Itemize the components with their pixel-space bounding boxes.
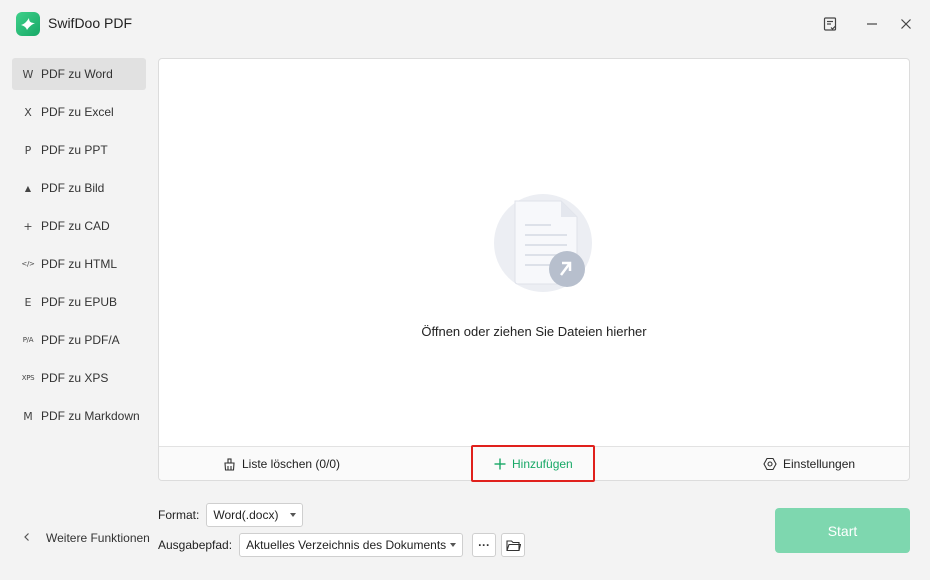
gear-icon [763,457,777,471]
settings-button[interactable]: Einstellungen [763,447,855,481]
file-drop-zone[interactable]: Öffnen oder ziehen Sie Dateien hierher [159,59,909,446]
sidebar-item-label: PDF zu Markdown [41,409,140,423]
title-bar: SwifDoo PDF [0,0,930,48]
panel-footer: Liste löschen (0/0) Hinzufügen Einstellu… [159,445,909,482]
app-title: SwifDoo PDF [48,15,133,31]
sidebar-item-pdf-to-xps[interactable]: XPS PDF zu XPS [12,362,146,394]
caret-down-icon [290,513,297,517]
add-files-label: Hinzufügen [512,457,573,471]
format-select[interactable]: Word(.docx) [206,503,304,527]
sidebar-item-pdf-to-excel[interactable]: X PDF zu Excel [12,96,146,128]
word-icon: W [22,67,34,81]
settings-label: Einstellungen [783,457,856,471]
notes-icon[interactable] [818,12,842,36]
sidebar-item-pdf-to-html[interactable]: </> PDF zu HTML [12,248,146,280]
sidebar-item-label: PDF zu PDF/A [41,333,120,347]
markdown-icon: M [23,409,33,423]
excel-icon: X [24,105,32,119]
cad-icon: + [23,219,33,233]
start-button[interactable]: Start [775,508,910,553]
sidebar-item-pdf-to-pdfa[interactable]: P/A PDF zu PDF/A [12,324,146,356]
sidebar-item-label: PDF zu CAD [41,219,110,233]
sidebar-item-pdf-to-image[interactable]: ▲ PDF zu Bild [12,172,146,204]
sidebar-item-label: PDF zu PPT [41,143,108,157]
browse-folder-button[interactable] [501,533,526,557]
clear-list-label: Liste löschen (0/0) [242,457,341,471]
pdfa-icon: P/A [22,336,34,344]
sidebar-item-label: PDF zu Bild [41,181,105,195]
sidebar-item-label: PDF zu HTML [41,257,118,271]
add-files-button[interactable]: Hinzufügen [494,447,573,481]
file-panel: Öffnen oder ziehen Sie Dateien hierher L… [158,58,910,482]
caret-down-icon [450,543,457,547]
sidebar-item-label: PDF zu XPS [41,371,109,385]
sidebar-item-pdf-to-cad[interactable]: + PDF zu CAD [12,210,146,242]
app-logo [16,12,40,36]
image-icon: ▲ [24,183,32,193]
output-path-row: Ausgabepfad: Aktuelles Verzeichnis des D… [158,533,526,557]
plus-icon [494,458,506,470]
format-label: Format: [158,508,200,522]
format-row: Format: Word(.docx) [158,503,304,527]
xps-icon: XPS [21,374,35,382]
sidebar-item-label: PDF zu Word [41,67,113,81]
output-path-select[interactable]: Aktuelles Verzeichnis des Dokuments [239,533,464,557]
format-value: Word(.docx) [213,508,279,522]
sidebar-item-pdf-to-epub[interactable]: E PDF zu EPUB [12,286,146,318]
more-functions-link[interactable]: Weitere Funktionen [22,528,150,548]
more-options-button[interactable]: ··· [472,533,497,557]
chevron-left-icon [22,531,36,545]
sidebar-item-pdf-to-word[interactable]: W PDF zu Word [12,58,146,90]
sidebar-item-pdf-to-ppt[interactable]: P PDF zu PPT [12,134,146,166]
document-upload-icon [493,189,597,293]
close-icon[interactable] [894,12,918,36]
sidebar-item-label: PDF zu EPUB [41,295,118,309]
ppt-icon: P [24,143,32,157]
clear-broom-icon [224,457,235,471]
epub-icon: E [24,295,32,309]
more-functions-label: Weitere Funktionen [46,531,150,545]
output-path-label: Ausgabepfad: [158,538,233,552]
html-icon: </> [21,260,35,268]
output-path-value: Aktuelles Verzeichnis des Dokuments [246,538,447,552]
folder-icon [506,539,521,551]
minimize-icon[interactable] [860,12,884,36]
drop-zone-hint: Öffnen oder ziehen Sie Dateien hierher [421,324,647,339]
sidebar-item-pdf-to-markdown[interactable]: M PDF zu Markdown [12,400,146,432]
clear-list-button[interactable]: Liste löschen (0/0) [223,447,340,481]
sidebar-item-label: PDF zu Excel [41,105,114,119]
sidebar: W PDF zu Word X PDF zu Excel P PDF zu PP… [12,58,146,438]
